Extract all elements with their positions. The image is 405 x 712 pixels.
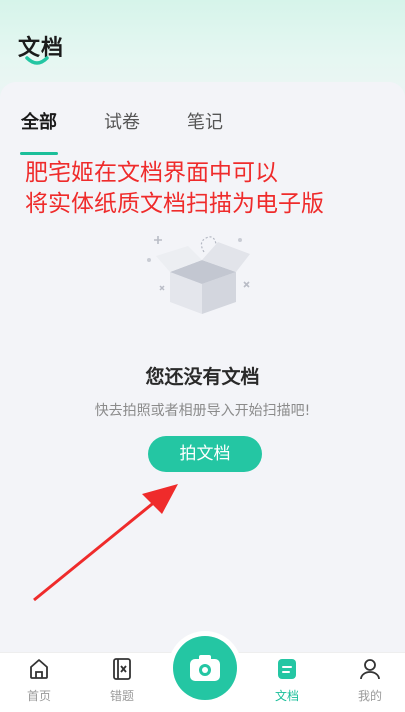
annotation-line-2: 将实体纸质文档扫描为电子版 <box>25 191 324 217</box>
nav-label-documents: 文档 <box>274 689 299 703</box>
document-icon <box>278 659 296 679</box>
take-document-photo-button[interactable]: 拍文档 <box>148 436 262 472</box>
app-header: 文档 <box>0 0 405 82</box>
camera-button[interactable] <box>173 636 237 700</box>
nav-profile[interactable]: 我的 <box>335 657 405 709</box>
empty-box-icon <box>147 236 250 314</box>
camera-button-wrapper <box>168 631 242 705</box>
home-icon <box>30 659 48 679</box>
nav-home[interactable]: 首页 <box>4 657 74 709</box>
camera-icon <box>190 655 220 681</box>
annotation-line-1: 肥宅姬在文档界面中可以 <box>25 160 278 186</box>
document-tabs: 全部 试卷 笔记 <box>0 108 405 155</box>
nav-label-profile: 我的 <box>357 689 382 703</box>
active-tab-indicator <box>20 152 58 155</box>
smile-logo-icon <box>25 56 49 65</box>
tab-notes[interactable]: 笔记 <box>187 108 223 134</box>
profile-icon <box>360 659 380 680</box>
nav-documents[interactable]: 文档 <box>252 657 322 709</box>
empty-state-title: 您还没有文档 <box>145 366 260 388</box>
nav-label-home: 首页 <box>26 689 51 703</box>
tab-exams[interactable]: 试卷 <box>104 108 140 134</box>
wrong-questions-icon <box>113 658 131 680</box>
nav-wrong-questions[interactable]: 错题 <box>87 657 157 709</box>
annotation-arrow-icon <box>33 484 178 602</box>
tab-all[interactable]: 全部 <box>21 108 57 134</box>
empty-state-subtitle: 快去拍照或者相册导入开始扫描吧! <box>94 403 311 419</box>
nav-label-wrong-questions: 错题 <box>109 689 134 703</box>
